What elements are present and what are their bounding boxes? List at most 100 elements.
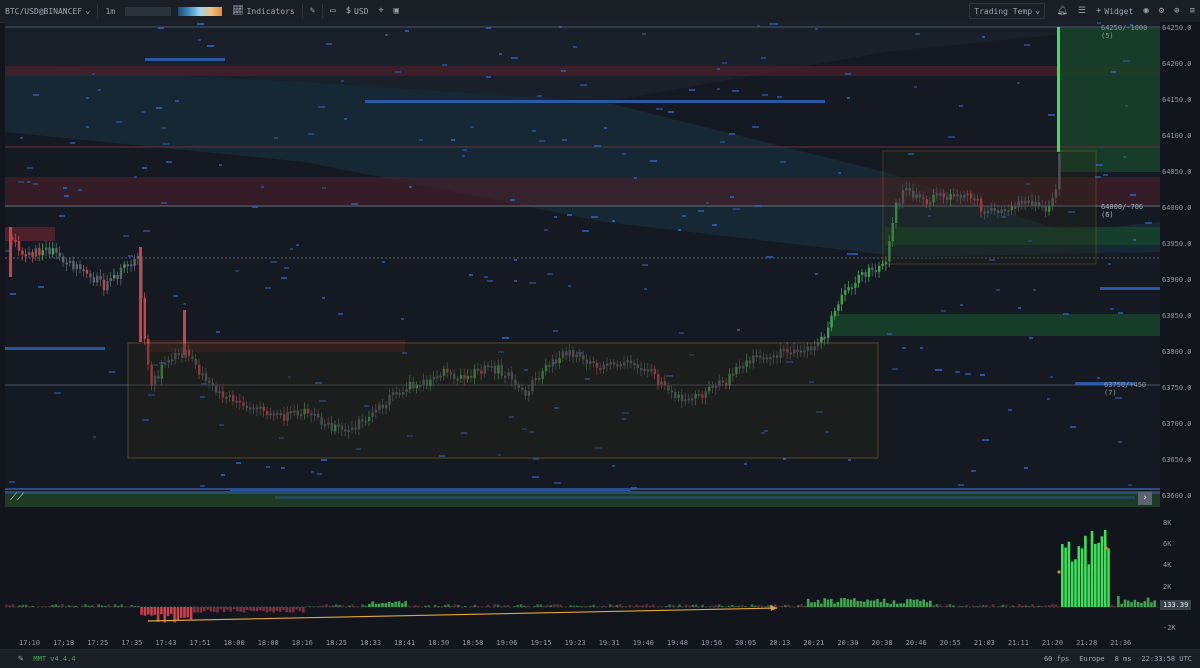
- candle: [42, 250, 44, 255]
- timeframe-selector[interactable]: 1m: [100, 0, 120, 22]
- pencil-icon[interactable]: ✎: [18, 654, 23, 664]
- currency-button[interactable]: $ USD: [341, 0, 374, 22]
- ticker-slot[interactable]: [120, 0, 227, 22]
- liquidity-dot: [537, 95, 542, 97]
- toolbar-right: Trading Temp ⌄ 🔔︎ ☰ + Widget ◉ ⚙ ⊕: [969, 0, 1200, 22]
- volume-bar: [385, 603, 388, 607]
- liquidity-dot: [762, 94, 768, 96]
- candle: [113, 275, 115, 278]
- liquidity-dot: [948, 136, 955, 138]
- candle: [31, 252, 33, 257]
- volume-bar: [68, 605, 71, 607]
- liquidity-dot: [183, 303, 186, 305]
- region-selector[interactable]: Europe: [1079, 655, 1104, 663]
- volume-bar: [876, 599, 879, 607]
- liquidity-dot: [321, 459, 327, 461]
- liquidity-dot: [769, 23, 774, 25]
- volume-bar: [1134, 600, 1137, 607]
- liquidity-dot: [1050, 376, 1053, 378]
- liquidity-dot: [1111, 71, 1116, 73]
- volume-bar: [447, 604, 450, 607]
- candle: [844, 290, 846, 294]
- volume-bar: [1091, 531, 1094, 607]
- liquidity-dot: [650, 160, 657, 162]
- volume-bar: [833, 603, 836, 607]
- volume-bar: [985, 605, 988, 607]
- liquidity-dot: [712, 224, 717, 226]
- liquidity-dot: [78, 189, 82, 191]
- settings-button[interactable]: ⚙: [1154, 0, 1169, 22]
- liquidity-dot: [1097, 377, 1100, 379]
- volume-bar: [586, 606, 589, 607]
- volume-bar: [41, 606, 44, 607]
- volume-bar: [929, 601, 932, 607]
- liquidity-dot: [539, 140, 545, 142]
- volume-bar: [926, 602, 929, 607]
- price-tick-label: 64250.0: [1162, 24, 1192, 32]
- folder-button[interactable]: ▭: [325, 0, 340, 22]
- volume-bar: [500, 606, 503, 607]
- volume-bar: [144, 607, 147, 616]
- volume-bar: [246, 607, 249, 610]
- list-button[interactable]: ☰: [1073, 0, 1091, 22]
- volume-bar: [939, 605, 942, 607]
- candle: [62, 256, 64, 262]
- volume-bar: [672, 605, 675, 607]
- volume-bar: [1061, 544, 1064, 607]
- alerts-button[interactable]: 🔔︎: [1051, 0, 1072, 22]
- candle: [834, 311, 836, 316]
- volume-bar: [1068, 542, 1071, 607]
- liquidity-dot: [777, 96, 782, 98]
- volume-bar: [18, 605, 21, 607]
- liquidity-dot: [573, 46, 577, 48]
- volume-bar: [61, 604, 64, 607]
- liquidity-dot: [733, 208, 740, 210]
- volume-bar: [147, 607, 150, 614]
- liquidity-dot: [318, 106, 325, 108]
- indicators-label: Indicators: [247, 7, 295, 16]
- symbol-selector[interactable]: BTC/USD@BINANCEF ⌄: [0, 0, 95, 22]
- liquidity-dot: [143, 230, 150, 232]
- crosshair-button[interactable]: ⌖: [373, 0, 388, 22]
- screenshot-button[interactable]: ◉: [1138, 0, 1153, 22]
- volume-bar: [319, 606, 322, 607]
- volume-bar: [137, 606, 140, 607]
- volume-bar: [249, 607, 252, 611]
- draw-tool-button[interactable]: ✎: [305, 0, 320, 22]
- add-widget-button[interactable]: + Widget: [1091, 0, 1138, 22]
- time-tick-label: 19:56: [701, 639, 722, 647]
- volume-bar: [5, 605, 8, 607]
- liquidity-dot: [502, 337, 509, 339]
- liquidity-dot: [123, 235, 129, 237]
- liquidity-dot: [141, 111, 145, 113]
- volume-bar: [91, 606, 94, 607]
- price-axis[interactable]: 64250.064200.064150.064100.064050.064000…: [1160, 22, 1200, 507]
- volume-bar: [239, 607, 242, 612]
- fullscreen-button[interactable]: ▣: [389, 0, 404, 22]
- layout-selector[interactable]: Trading Temp ⌄: [969, 3, 1045, 19]
- volume-delta-chart[interactable]: [5, 513, 1160, 635]
- liquidity-dot: [678, 229, 681, 231]
- app: BTC/USD@BINANCEF ⌄ 1m 📈︎ Indicators ✎ ▭ …: [0, 0, 1200, 667]
- volume-bar: [1120, 604, 1123, 607]
- menu-button[interactable]: ≡: [1185, 0, 1200, 22]
- volume-bar: [701, 605, 704, 607]
- volume-bar: [256, 607, 259, 611]
- time-range-slider[interactable]: [5, 491, 1160, 507]
- liquidity-dot: [338, 313, 343, 315]
- volume-bar: [302, 607, 305, 613]
- volume-bar: [216, 607, 219, 612]
- candle: [99, 276, 101, 280]
- liquidity-dot: [92, 73, 95, 75]
- volume-bar: [1048, 605, 1051, 607]
- volume-bar: [863, 602, 866, 607]
- chevron-right-icon[interactable]: ›: [1138, 492, 1152, 505]
- liquidity-dot: [996, 289, 1000, 291]
- price-chart[interactable]: 64250/-1000 (5) 64000/-706 (6) 63750/+45…: [5, 22, 1160, 507]
- globe-button[interactable]: ⊕: [1169, 0, 1184, 22]
- candle: [72, 261, 74, 269]
- indicators-button[interactable]: 📈︎ Indicators: [227, 0, 300, 22]
- time-axis[interactable]: 17:1017:1817:2517:3517:4317:5118:0018:08…: [5, 637, 1160, 649]
- volume-bar: [533, 606, 536, 607]
- heatmap-gradient-control[interactable]: [178, 7, 222, 16]
